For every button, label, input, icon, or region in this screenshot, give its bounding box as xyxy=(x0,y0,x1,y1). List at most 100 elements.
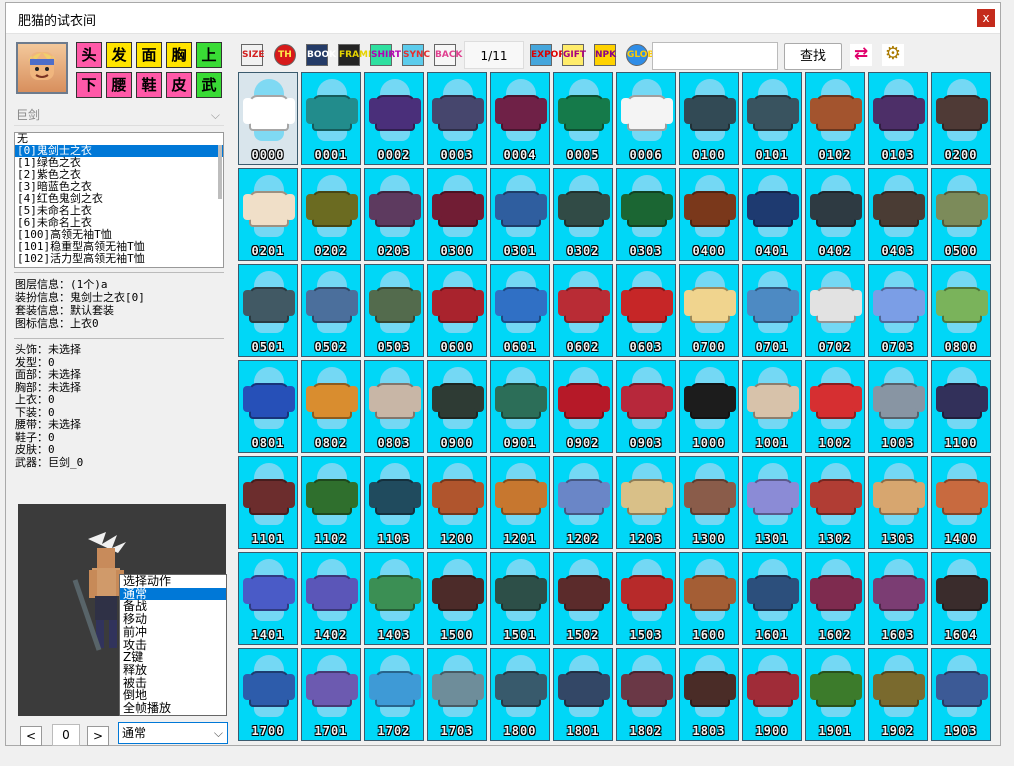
clothing-item[interactable]: 1400 xyxy=(931,456,991,549)
category-belt-button[interactable]: 腰 xyxy=(106,72,132,98)
clothing-item[interactable]: 1301 xyxy=(742,456,802,549)
category-chest-button[interactable]: 胸 xyxy=(166,42,192,68)
clothing-item[interactable]: 0005 xyxy=(553,72,613,165)
clothing-item[interactable]: 0802 xyxy=(301,360,361,453)
clothing-item[interactable]: 1001 xyxy=(742,360,802,453)
clothing-item[interactable]: 1700 xyxy=(238,648,298,741)
clothing-item[interactable]: 0202 xyxy=(301,168,361,261)
npk-icon[interactable]: NPK xyxy=(594,44,616,66)
book-icon[interactable]: BOOK xyxy=(306,44,336,66)
th-icon[interactable]: TH xyxy=(274,44,296,66)
clothing-item[interactable]: 0702 xyxy=(805,264,865,357)
clothing-item[interactable]: 1102 xyxy=(301,456,361,549)
clothing-item[interactable]: 1902 xyxy=(868,648,928,741)
action-item[interactable]: 全帧播放 xyxy=(120,702,226,715)
gift-icon[interactable]: GIFT xyxy=(562,44,586,66)
clothing-item[interactable]: 0801 xyxy=(238,360,298,453)
clothing-item[interactable]: 1101 xyxy=(238,456,298,549)
clothing-item[interactable]: 1000 xyxy=(679,360,739,453)
export-icon[interactable]: EXPORT xyxy=(530,44,571,66)
action-dropdown-list[interactable]: 选择动作 通常 备战 移动 前冲 攻击 Z键 释放 被击 倒地 全帧播放 xyxy=(119,574,227,716)
clothing-item[interactable]: 0602 xyxy=(553,264,613,357)
clothing-item[interactable]: 0302 xyxy=(553,168,613,261)
clothing-item[interactable]: 0901 xyxy=(490,360,550,453)
clothing-item[interactable]: 0004 xyxy=(490,72,550,165)
clothing-item[interactable]: 0803 xyxy=(364,360,424,453)
clothing-item[interactable]: 1402 xyxy=(301,552,361,645)
clothing-item[interactable]: 1602 xyxy=(805,552,865,645)
clothing-item[interactable]: 1900 xyxy=(742,648,802,741)
clothing-item[interactable]: 0503 xyxy=(364,264,424,357)
clothing-item[interactable]: 0203 xyxy=(364,168,424,261)
title-bar[interactable]: 肥猫的试衣间 x xyxy=(6,3,1000,34)
clothing-item[interactable]: 1201 xyxy=(490,456,550,549)
clothing-item[interactable]: 0200 xyxy=(931,72,991,165)
globe-icon[interactable]: GLOBE xyxy=(626,44,660,66)
clothing-item[interactable]: 1100 xyxy=(931,360,991,453)
clothing-item[interactable]: 0600 xyxy=(427,264,487,357)
clothing-item[interactable]: 0402 xyxy=(805,168,865,261)
clothing-item[interactable]: 1703 xyxy=(427,648,487,741)
list-scrollbar[interactable] xyxy=(218,145,222,199)
clothing-item[interactable]: 1203 xyxy=(616,456,676,549)
clothing-item[interactable]: 0502 xyxy=(301,264,361,357)
clothing-item[interactable]: 0900 xyxy=(427,360,487,453)
clothing-item[interactable]: 1801 xyxy=(553,648,613,741)
clothing-item[interactable]: 0201 xyxy=(238,168,298,261)
action-item[interactable]: 选择动作 xyxy=(120,575,226,588)
category-bottom-button[interactable]: 下 xyxy=(76,72,102,98)
clothing-item[interactable]: 0800 xyxy=(931,264,991,357)
clothing-item[interactable]: 0500 xyxy=(931,168,991,261)
clothing-item[interactable]: 0400 xyxy=(679,168,739,261)
category-weapon-button[interactable]: 武 xyxy=(196,72,222,98)
category-shoes-button[interactable]: 鞋 xyxy=(136,72,162,98)
clothing-item[interactable]: 1200 xyxy=(427,456,487,549)
clothing-item[interactable]: 1300 xyxy=(679,456,739,549)
clothing-item[interactable]: 1103 xyxy=(364,456,424,549)
clothing-item[interactable]: 1901 xyxy=(805,648,865,741)
clothing-item[interactable]: 1403 xyxy=(364,552,424,645)
clothing-item[interactable]: 1503 xyxy=(616,552,676,645)
clothing-item[interactable]: 0601 xyxy=(490,264,550,357)
action-item[interactable]: 移动 xyxy=(120,613,226,626)
settings-icon[interactable]: ⚙ xyxy=(882,44,904,66)
back-icon[interactable]: BACK xyxy=(434,44,462,66)
clothing-item[interactable]: 1702 xyxy=(364,648,424,741)
clothing-item[interactable]: 0003 xyxy=(427,72,487,165)
clothing-item[interactable]: 0603 xyxy=(616,264,676,357)
character-avatar[interactable] xyxy=(16,42,68,94)
clothing-item[interactable]: 1500 xyxy=(427,552,487,645)
sync-icon[interactable]: SYNC xyxy=(402,44,430,66)
clothing-item[interactable]: 1401 xyxy=(238,552,298,645)
weapon-type-select[interactable]: 巨剑 xyxy=(14,104,224,126)
clothing-item[interactable]: 1803 xyxy=(679,648,739,741)
clothing-item[interactable]: 1002 xyxy=(805,360,865,453)
clothing-item[interactable]: 0101 xyxy=(742,72,802,165)
clothing-item[interactable]: 1202 xyxy=(553,456,613,549)
clothing-item[interactable]: 0103 xyxy=(868,72,928,165)
clothing-item[interactable]: 0703 xyxy=(868,264,928,357)
shirt-icon[interactable]: SHIRT xyxy=(370,44,401,66)
clothing-item[interactable]: 1802 xyxy=(616,648,676,741)
clothing-item[interactable]: 0303 xyxy=(616,168,676,261)
clothing-item[interactable]: 0401 xyxy=(742,168,802,261)
clothing-item[interactable]: 0001 xyxy=(301,72,361,165)
clothing-item[interactable]: 1603 xyxy=(868,552,928,645)
category-skin-button[interactable]: 皮 xyxy=(166,72,192,98)
clothing-item[interactable]: 0002 xyxy=(364,72,424,165)
clothing-item[interactable]: 1800 xyxy=(490,648,550,741)
clothing-item[interactable]: 0301 xyxy=(490,168,550,261)
search-button[interactable]: 查找 xyxy=(784,43,842,70)
clothing-item[interactable]: 0403 xyxy=(868,168,928,261)
action-item[interactable]: 释放 xyxy=(120,664,226,677)
clothing-item[interactable]: 1302 xyxy=(805,456,865,549)
size-icon[interactable]: SIZE xyxy=(241,44,265,66)
category-top-button[interactable]: 上 xyxy=(196,42,222,68)
clothing-item[interactable]: 1701 xyxy=(301,648,361,741)
clothing-item[interactable]: 1303 xyxy=(868,456,928,549)
clothing-item[interactable]: 1003 xyxy=(868,360,928,453)
clothing-item[interactable]: 0701 xyxy=(742,264,802,357)
clothing-item[interactable]: 1903 xyxy=(931,648,991,741)
category-hair-button[interactable]: 发 xyxy=(106,42,132,68)
clothing-item[interactable]: 1502 xyxy=(553,552,613,645)
